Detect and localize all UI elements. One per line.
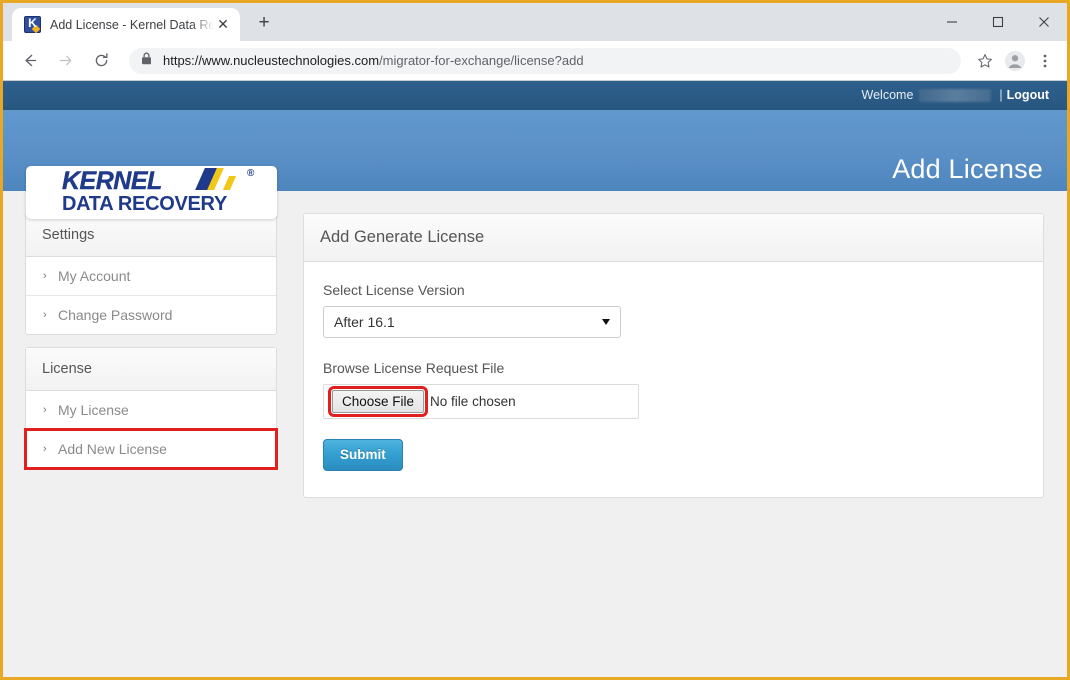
chevron-right-icon: › bbox=[43, 309, 47, 321]
three-dot-menu-icon[interactable] bbox=[1031, 47, 1059, 75]
browser-tab[interactable]: Add License - Kernel Data Recove ✕ bbox=[12, 8, 240, 41]
close-icon[interactable] bbox=[1021, 3, 1067, 41]
sidebar-item-label: Change Password bbox=[58, 307, 173, 323]
choose-file-button[interactable]: Choose File bbox=[327, 386, 429, 417]
chevron-right-icon: › bbox=[43, 270, 47, 282]
tab-close-icon[interactable]: ✕ bbox=[214, 16, 232, 34]
username-redacted bbox=[919, 89, 992, 102]
url-text: https://www.nucleustechnologies.com/migr… bbox=[163, 53, 584, 68]
profile-avatar-icon[interactable] bbox=[1001, 47, 1029, 75]
sidebar-item-label: My License bbox=[58, 402, 129, 418]
sidebar-panel-settings: Settings › My Account › Change Password bbox=[25, 213, 277, 335]
site-top-bar: Welcome | Logout bbox=[3, 81, 1067, 110]
sidebar-heading-settings: Settings bbox=[26, 214, 276, 257]
tab-title: Add License - Kernel Data Recove bbox=[50, 17, 214, 32]
welcome-label: Welcome bbox=[861, 88, 914, 102]
sidebar-item-label: Add New License bbox=[58, 441, 167, 457]
address-bar[interactable]: https://www.nucleustechnologies.com/migr… bbox=[129, 47, 961, 74]
window-controls bbox=[929, 3, 1067, 41]
file-input[interactable]: Choose File No file chosen bbox=[323, 384, 639, 419]
sidebar: Settings › My Account › Change Password … bbox=[24, 213, 278, 481]
file-name-text: No file chosen bbox=[430, 394, 516, 409]
sidebar-panel-license: License › My License › Add New License bbox=[24, 347, 278, 470]
sidebar-item-add-new-license[interactable]: › Add New License bbox=[24, 428, 278, 470]
card-body: Select License Version After 16.1 Browse… bbox=[304, 262, 1043, 497]
submit-button[interactable]: Submit bbox=[323, 439, 403, 471]
back-arrow-icon[interactable] bbox=[14, 46, 44, 76]
license-version-value: After 16.1 bbox=[334, 314, 395, 330]
chevron-down-icon bbox=[602, 319, 610, 325]
logo-primary-text: KERNEL bbox=[62, 167, 163, 195]
browser-window: Add License - Kernel Data Recove ✕ + bbox=[0, 0, 1070, 680]
page-title: Add License bbox=[892, 154, 1043, 184]
new-tab-button[interactable]: + bbox=[250, 10, 278, 38]
logo-swoosh-2 bbox=[222, 176, 237, 190]
browse-file-label: Browse License Request File bbox=[323, 360, 505, 376]
page-viewport: Welcome | Logout Add License KERNEL ® DA… bbox=[3, 81, 1067, 677]
chevron-right-icon: › bbox=[43, 443, 47, 455]
minimize-icon[interactable] bbox=[929, 3, 975, 41]
lock-icon bbox=[141, 52, 152, 70]
maximize-icon[interactable] bbox=[975, 3, 1021, 41]
site-logo[interactable]: KERNEL ® DATA RECOVERY bbox=[26, 166, 277, 219]
url-path: /migrator-for-exchange/license?add bbox=[379, 53, 584, 68]
logo-registered-mark: ® bbox=[247, 168, 255, 179]
sidebar-heading-license: License bbox=[26, 348, 276, 391]
sidebar-item-change-password[interactable]: › Change Password bbox=[26, 296, 276, 334]
kernel-favicon bbox=[24, 16, 41, 34]
reload-icon[interactable] bbox=[86, 46, 116, 76]
sidebar-item-my-account[interactable]: › My Account bbox=[26, 257, 276, 296]
chevron-right-icon: › bbox=[43, 404, 47, 416]
sidebar-item-my-license[interactable]: › My License bbox=[26, 391, 276, 430]
welcome-area: Welcome | Logout bbox=[862, 81, 1049, 110]
license-version-select[interactable]: After 16.1 bbox=[323, 306, 621, 338]
forward-arrow-icon[interactable] bbox=[50, 46, 80, 76]
license-version-label: Select License Version bbox=[323, 282, 465, 298]
welcome-separator: | bbox=[999, 88, 1003, 102]
sidebar-item-label: My Account bbox=[58, 268, 131, 284]
tab-strip: Add License - Kernel Data Recove ✕ + bbox=[3, 3, 1067, 41]
star-icon[interactable] bbox=[971, 47, 999, 75]
url-origin: https://www.nucleustechnologies.com bbox=[163, 53, 380, 68]
add-generate-license-card: Add Generate License Select License Vers… bbox=[303, 213, 1044, 498]
browser-toolbar: https://www.nucleustechnologies.com/migr… bbox=[3, 41, 1067, 81]
logout-link[interactable]: Logout bbox=[1007, 81, 1049, 110]
card-title: Add Generate License bbox=[304, 214, 1043, 262]
logo-secondary-text: DATA RECOVERY bbox=[62, 193, 227, 215]
